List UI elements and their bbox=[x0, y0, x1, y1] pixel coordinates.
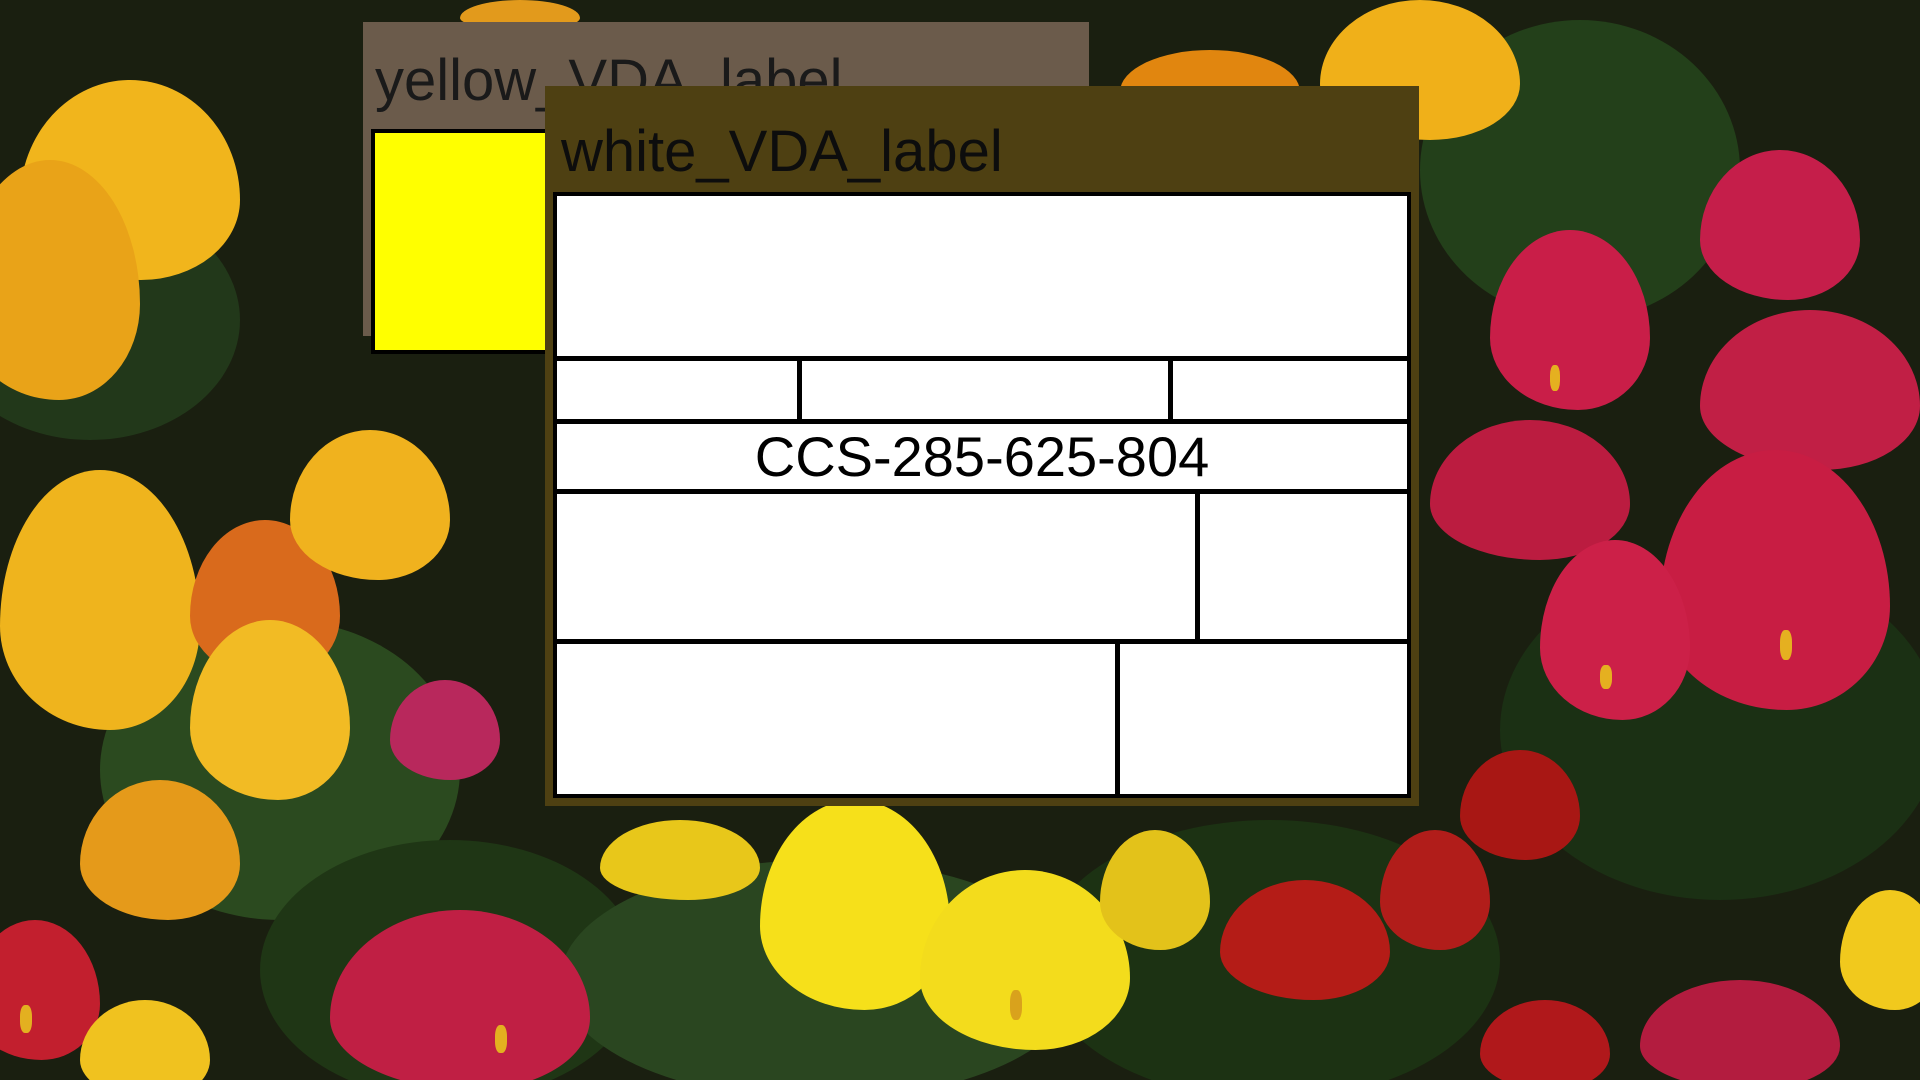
wallpaper-flower bbox=[80, 1000, 210, 1080]
white-window-title: white_VDA_label bbox=[561, 119, 1003, 184]
label-cell-row5-b bbox=[1120, 644, 1407, 794]
wallpaper-flower bbox=[290, 430, 450, 580]
label-cell-header bbox=[557, 196, 1407, 356]
white-label-body: CCS-285-625-804 bbox=[553, 192, 1411, 798]
label-cell-row2-c bbox=[1173, 361, 1407, 419]
wallpaper-flower bbox=[600, 820, 760, 900]
label-cell-code: CCS-285-625-804 bbox=[557, 424, 1407, 489]
wallpaper-spadix bbox=[495, 1025, 507, 1053]
wallpaper-flower bbox=[1640, 980, 1840, 1080]
wallpaper-spadix bbox=[1780, 630, 1792, 660]
wallpaper-spadix bbox=[1550, 365, 1560, 391]
wallpaper-flower bbox=[1430, 420, 1630, 560]
label-cell-row4-b bbox=[1200, 494, 1407, 639]
label-cell-row2-a bbox=[557, 361, 797, 419]
wallpaper-spadix bbox=[1010, 990, 1022, 1020]
wallpaper-spadix bbox=[1600, 665, 1612, 689]
wallpaper-flower bbox=[1480, 1000, 1610, 1080]
label-cell-row4-a bbox=[557, 494, 1195, 639]
wallpaper-flower bbox=[1660, 450, 1890, 710]
white-vda-label-window[interactable]: white_VDA_label CCS-285-625-804 bbox=[545, 86, 1419, 806]
wallpaper-spadix bbox=[20, 1005, 32, 1033]
label-code: CCS-285-625-804 bbox=[754, 424, 1210, 488]
white-window-titlebar[interactable]: white_VDA_label bbox=[545, 86, 1419, 186]
desktop-wallpaper: yellow_VDA_label white_VDA_label CCS-285… bbox=[0, 0, 1920, 1080]
wallpaper-flower bbox=[1840, 890, 1920, 1010]
label-cell-row2-b bbox=[802, 361, 1168, 419]
label-cell-row5-a bbox=[557, 644, 1115, 794]
wallpaper-flower bbox=[1700, 310, 1920, 470]
wallpaper-flower bbox=[0, 470, 200, 730]
